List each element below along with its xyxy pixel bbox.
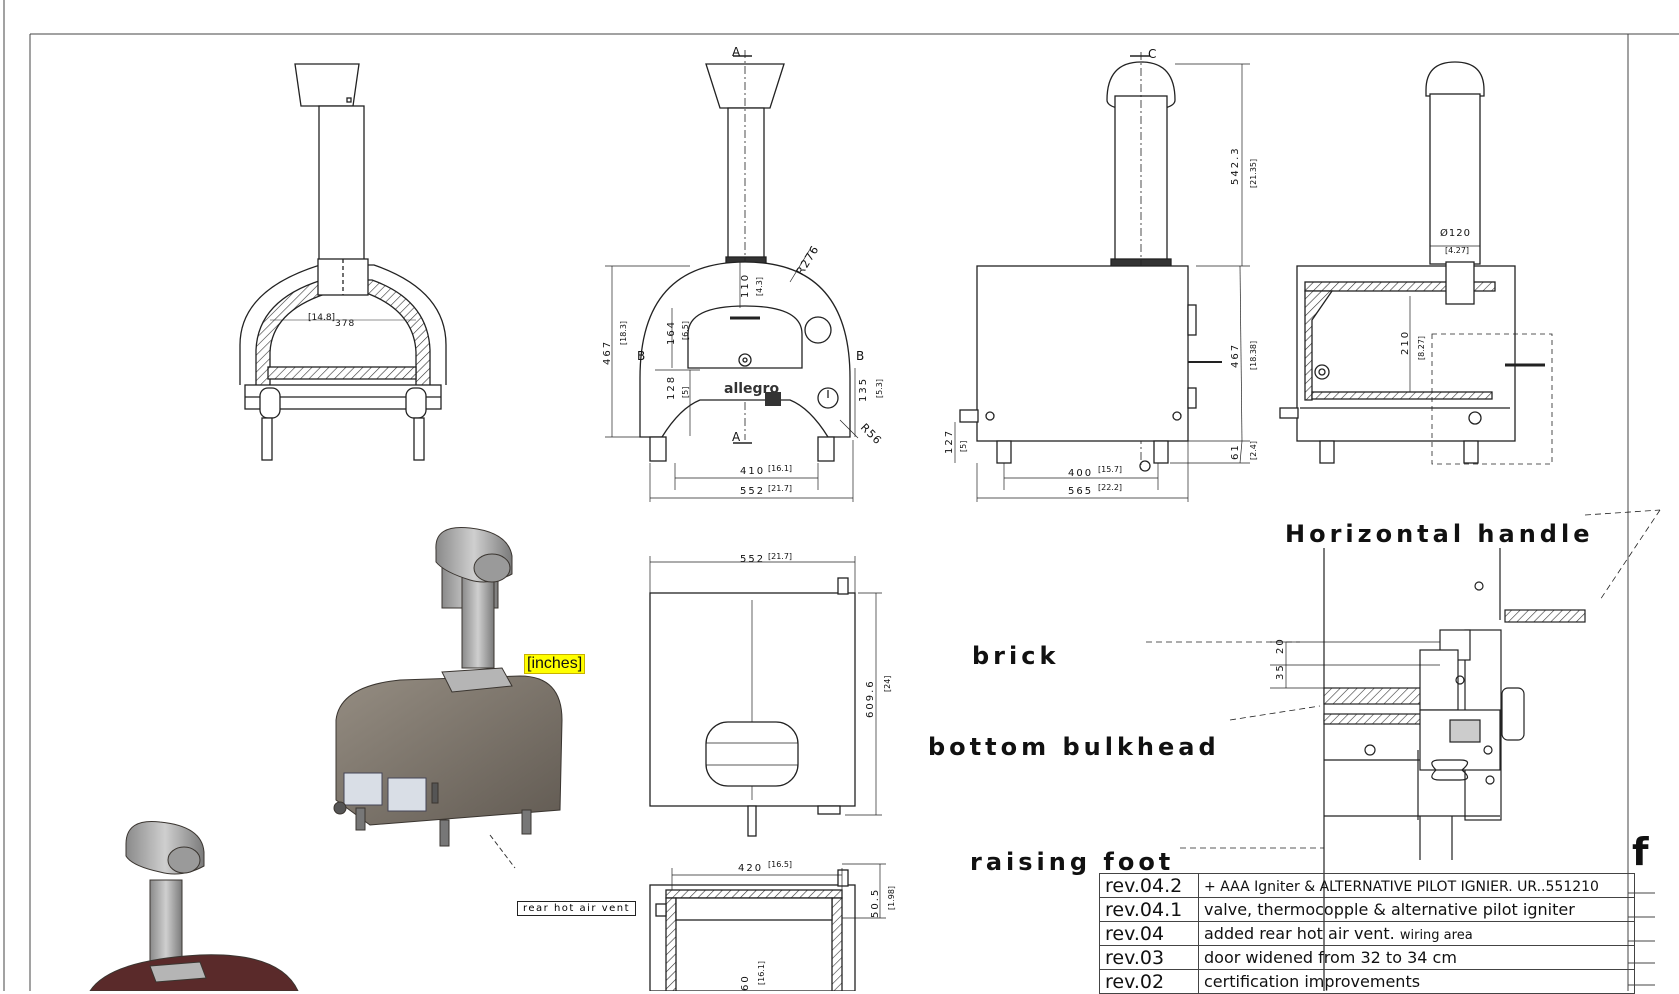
- door-top-mm: 110: [740, 273, 751, 298]
- feet-spacing-in: [15.7]: [1098, 465, 1122, 474]
- revision-number: rev.04.2: [1099, 873, 1199, 898]
- rear-vent-label: rear hot air vent: [517, 901, 637, 916]
- gas-height-mm: 127: [944, 429, 955, 454]
- flue-dia-mm: Ø120: [1440, 227, 1471, 239]
- revision-row: rev.04.1 valve, thermocopple & alternati…: [1099, 897, 1635, 922]
- bottom-depth-in: [1.98]: [887, 886, 896, 910]
- knob-height-in: [5.3]: [875, 379, 884, 398]
- radius-top: R276: [794, 243, 822, 278]
- bottom-width-in: [16.5]: [768, 860, 792, 869]
- section-b-right: B: [856, 349, 864, 363]
- section-c: C: [1148, 47, 1156, 61]
- door-height-mm: 164: [666, 320, 677, 345]
- revision-text: + AAA Igniter & ALTERNATIVE PILOT IGNIER…: [1204, 879, 1599, 895]
- chimney-height-mm: 542.3: [1230, 146, 1241, 185]
- oven-3d-render: [333, 526, 563, 869]
- revision-description: certification improvements: [1198, 969, 1635, 994]
- revision-description: added rear hot air vent. wiring area: [1198, 921, 1635, 946]
- side-section-view: Ø120 [4.27] 210 [8.27]: [1279, 61, 1553, 465]
- revision-row: rev.02 certification improvements: [1099, 969, 1635, 994]
- revision-description: + AAA Igniter & ALTERNATIVE PILOT IGNIER…: [1198, 873, 1635, 898]
- detail-dim-b: 20: [1275, 637, 1286, 654]
- sheet-letter: f: [1632, 830, 1649, 874]
- bottom-section-view: 420 [16.5] 50.5 [1.98] 60 [16.1]: [649, 860, 896, 991]
- flue-dia-in: [4.27]: [1445, 246, 1469, 255]
- revision-row: rev.03 door widened from 32 to 34 cm: [1099, 945, 1635, 970]
- base-height-in: [5]: [681, 387, 690, 398]
- door-height-in: [6.5]: [681, 321, 690, 340]
- front-outer-width-in: [21.7]: [768, 484, 792, 493]
- base-height-mm: 128: [666, 375, 677, 400]
- oven-3d-render-partial: [89, 820, 299, 991]
- radius-bottom: R56: [858, 421, 885, 448]
- foot-height-mm: 61: [1230, 443, 1241, 460]
- length-mm: 565: [1068, 486, 1093, 497]
- body-height-in: [18.38]: [1249, 341, 1258, 370]
- revision-row: rev.04 added rear hot air vent. wiring a…: [1099, 921, 1635, 946]
- revision-description: valve, thermocopple & alternative pilot …: [1198, 897, 1635, 922]
- revision-number: rev.04: [1099, 921, 1199, 946]
- top-depth-in: [24]: [883, 676, 892, 692]
- body-height-mm: 467: [1230, 343, 1241, 368]
- length-in: [22.2]: [1098, 483, 1122, 492]
- drawing-sheet: [14.8] 378 allegro A A B B 467 [18.3] 16…: [3, 0, 1679, 991]
- top-depth-mm: 609.6: [865, 679, 876, 718]
- front-section-dim-in: [14.8]: [308, 313, 335, 323]
- revision-text: added rear hot air vent.: [1204, 924, 1395, 943]
- front-section-dim-mm: 378: [335, 319, 355, 329]
- section-a-bottom: A: [732, 430, 741, 444]
- bottom-depth-mm: 50.5: [870, 888, 881, 918]
- revision-number: rev.03: [1099, 945, 1199, 970]
- revision-row: rev.04.2 + AAA Igniter & ALTERNATIVE PIL…: [1099, 873, 1635, 898]
- front-view: allegro A A B B 467 [18.3] 164 [6.5] 128…: [602, 45, 884, 502]
- revision-number: rev.02: [1099, 969, 1199, 994]
- inner-height-in: [8.27]: [1417, 336, 1426, 360]
- bottom-mid-in: [16.1]: [757, 961, 766, 985]
- front-inner-width-mm: 410: [740, 466, 765, 477]
- foot-height-in: [2.4]: [1249, 441, 1258, 460]
- front-outer-width-mm: 552: [740, 486, 765, 497]
- revision-table: rev.04.2 + AAA Igniter & ALTERNATIVE PIL…: [1099, 873, 1635, 994]
- top-width-mm: 552: [740, 554, 765, 565]
- raising-foot-label: raising foot: [970, 848, 1175, 876]
- horizontal-handle-label: Horizontal handle: [1285, 520, 1594, 548]
- door-top-in: [4.3]: [755, 277, 764, 296]
- section-a-top: A: [732, 45, 741, 59]
- detail-dim-a: 35: [1275, 663, 1286, 680]
- top-view: 552 [21.7] 609.6 [24]: [649, 552, 892, 837]
- revision-number: rev.04.1: [1099, 897, 1199, 922]
- brick-label: brick: [972, 642, 1060, 670]
- front-height-in: [18.3]: [619, 321, 628, 345]
- gas-height-in: [5]: [959, 441, 968, 452]
- chimney-height-in: [21.35]: [1249, 159, 1258, 188]
- bottom-bulkhead-label: bottom bulkhead: [928, 733, 1220, 761]
- inches-note: [inches]: [524, 654, 586, 674]
- sheet-frame: [3, 0, 1679, 991]
- front-section-view: [14.8] 378: [239, 63, 447, 461]
- revision-description: door widened from 32 to 34 cm: [1198, 945, 1635, 970]
- feet-spacing-mm: 400: [1068, 468, 1093, 479]
- front-height-mm: 467: [602, 340, 613, 365]
- side-view: C 542.3 [21.35] 467 [18.38] 61 [2.4] 127…: [944, 47, 1258, 502]
- inner-height-mm: 210: [1400, 330, 1411, 355]
- knob-height-mm: 135: [858, 377, 869, 402]
- top-width-in: [21.7]: [768, 552, 792, 561]
- section-b-left: B: [637, 349, 645, 363]
- revision-note: wiring area: [1399, 928, 1473, 943]
- front-inner-width-in: [16.1]: [768, 464, 792, 473]
- bottom-width-mm: 420: [738, 863, 763, 874]
- bottom-mid-mm: 60: [740, 974, 751, 991]
